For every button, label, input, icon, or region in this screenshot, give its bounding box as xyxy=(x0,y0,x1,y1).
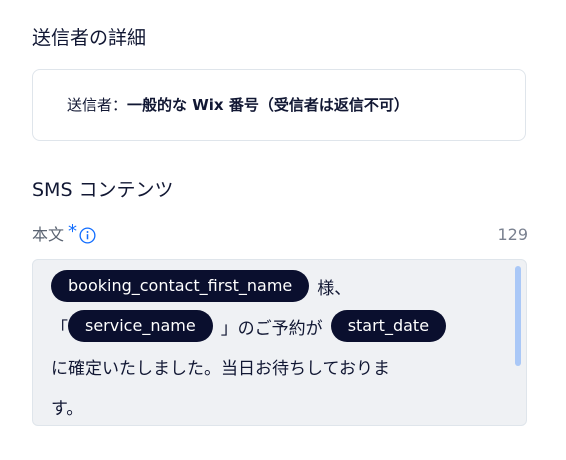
editor-text: 様、 xyxy=(317,278,352,299)
sender-info: 送信者：一般的な Wix 番号（受信者は返信不可） xyxy=(67,93,409,117)
editor-text: 」のご予約が xyxy=(220,318,323,339)
sender-details-title: 送信者の詳細 xyxy=(32,27,147,49)
token-chip-start-date[interactable]: start_date xyxy=(330,310,447,342)
token-chip-service-name[interactable]: service_name xyxy=(68,310,213,342)
info-icon[interactable] xyxy=(79,226,96,244)
editor-line: す。 xyxy=(51,386,511,425)
sms-body-editor[interactable]: booking_contact_first_name 様、 「 service_… xyxy=(32,259,527,426)
editor-line: booking_contact_first_name 様、 xyxy=(51,266,511,306)
character-count: 129 xyxy=(497,225,528,244)
body-label-text: 本文 xyxy=(32,225,65,244)
body-field-label: 本文 * xyxy=(32,221,96,248)
sender-card: 送信者：一般的な Wix 番号（受信者は返信不可） xyxy=(32,69,526,141)
token-chip-first-name[interactable]: booking_contact_first_name xyxy=(51,270,310,302)
editor-text: に確定いたしました。当日お待ちしておりま xyxy=(51,358,390,379)
required-indicator: * xyxy=(68,221,78,242)
editor-text: す。 xyxy=(51,398,84,419)
sms-content-heading: SMS コンテンツ xyxy=(32,179,174,201)
sender-label: 送信者： xyxy=(67,96,128,114)
editor-scrollbar[interactable] xyxy=(515,266,521,366)
editor-line: 「 service_name 」のご予約が start_date xyxy=(51,306,511,346)
editor-text: 「 xyxy=(51,318,68,339)
sender-value: 一般的な Wix 番号（受信者は返信不可） xyxy=(127,96,409,114)
editor-line: に確定いたしました。当日お待ちしておりま xyxy=(51,346,511,386)
sms-body-content[interactable]: booking_contact_first_name 様、 「 service_… xyxy=(51,266,511,425)
